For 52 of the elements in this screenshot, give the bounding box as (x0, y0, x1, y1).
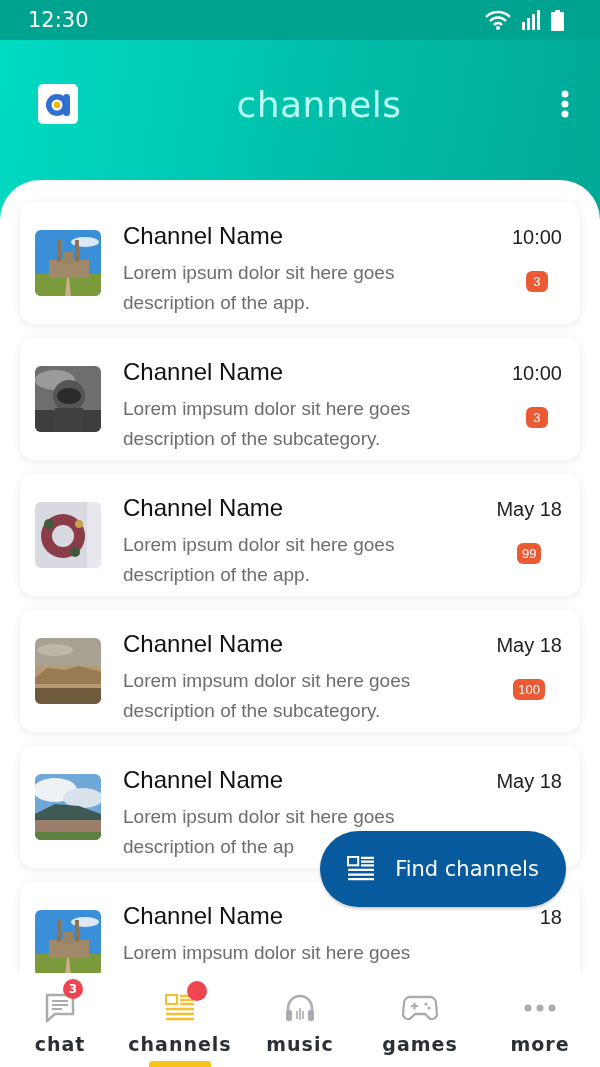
channel-card[interactable]: Channel Name Lorem impsum dolor sit here goes description of the subcategory. 10:00 3 (20, 338, 580, 460)
nav-tab[interactable]: more (480, 973, 600, 1067)
status-time: 12:30 (28, 8, 89, 32)
channel-name: Channel Name (123, 766, 284, 794)
channel-time: May 18 (496, 498, 562, 521)
nav-tab[interactable]: music (240, 973, 360, 1067)
channel-time: 10:00 (511, 226, 562, 249)
channel-description: Lorem ipsum dolor sit here goes (123, 533, 395, 557)
channel-description: Lorem ipsum dolor sit here goes (123, 261, 395, 285)
news-icon (165, 994, 195, 1022)
screen-title: channels (236, 83, 402, 125)
app-logo-icon[interactable] (38, 84, 78, 124)
channel-card[interactable]: Channel Name Lorem ipsum dolor sit here goes description of the app. May 18 99 (20, 474, 580, 596)
gamepad-icon (402, 994, 438, 1022)
channel-card[interactable]: Channel Name Lorem ipsum dolor sit here goes description of the app. 10:00 3 (20, 202, 580, 324)
unread-count: 3 (525, 271, 548, 292)
chat-icon (43, 991, 77, 1025)
channel-description: Lorem impsum dolor sit here goes (123, 941, 411, 965)
channel-name: Channel Name (123, 630, 284, 658)
channel-description: Lorem ipsum dolor sit here goes (123, 805, 395, 829)
unread-count: 3 (525, 407, 548, 428)
signal-icon (521, 10, 541, 30)
more-icon (524, 1004, 556, 1012)
channel-name: Channel Name (123, 222, 284, 250)
notification-badge: 3 (63, 979, 83, 999)
channel-time: May 18 (496, 634, 562, 657)
channel-description: Lorem impsum dolor sit here goes (123, 397, 411, 421)
news-icon (347, 856, 376, 882)
channel-description: description of the subcategory. (123, 427, 381, 451)
channel-name: Channel Name (123, 358, 284, 386)
channel-card[interactable]: Channel Name Lorem impsum dolor sit here goes description of the subcategory. May 18 100 (20, 610, 580, 732)
channel-description: description of the app. (123, 291, 310, 315)
channel-name: Channel Name (123, 494, 284, 522)
unread-count: 100 (513, 679, 546, 700)
nav-tab[interactable]: games (360, 973, 480, 1067)
unread-count: 99 (516, 543, 542, 564)
channel-description: description of the ap (123, 835, 295, 859)
channel-description: Lorem impsum dolor sit here goes (123, 669, 411, 693)
active-indicator (149, 1061, 211, 1067)
battery-icon (551, 9, 564, 31)
channel-description: description of the app. (123, 563, 310, 587)
channel-description: description of the subcategory. (123, 699, 381, 723)
headphones-icon (284, 992, 316, 1024)
channel-time: 18 (539, 906, 562, 929)
channel-name: Channel Name (123, 902, 284, 930)
channel-time: 10:00 (511, 362, 562, 385)
nav-tab[interactable]: 3 chat (0, 973, 120, 1067)
menu-icon[interactable] (560, 90, 570, 118)
find-channels-button[interactable]: Find channels (320, 831, 566, 907)
nav-tab[interactable]: channels (120, 973, 240, 1067)
wifi-icon (485, 10, 511, 30)
channel-time: May 18 (496, 770, 562, 793)
